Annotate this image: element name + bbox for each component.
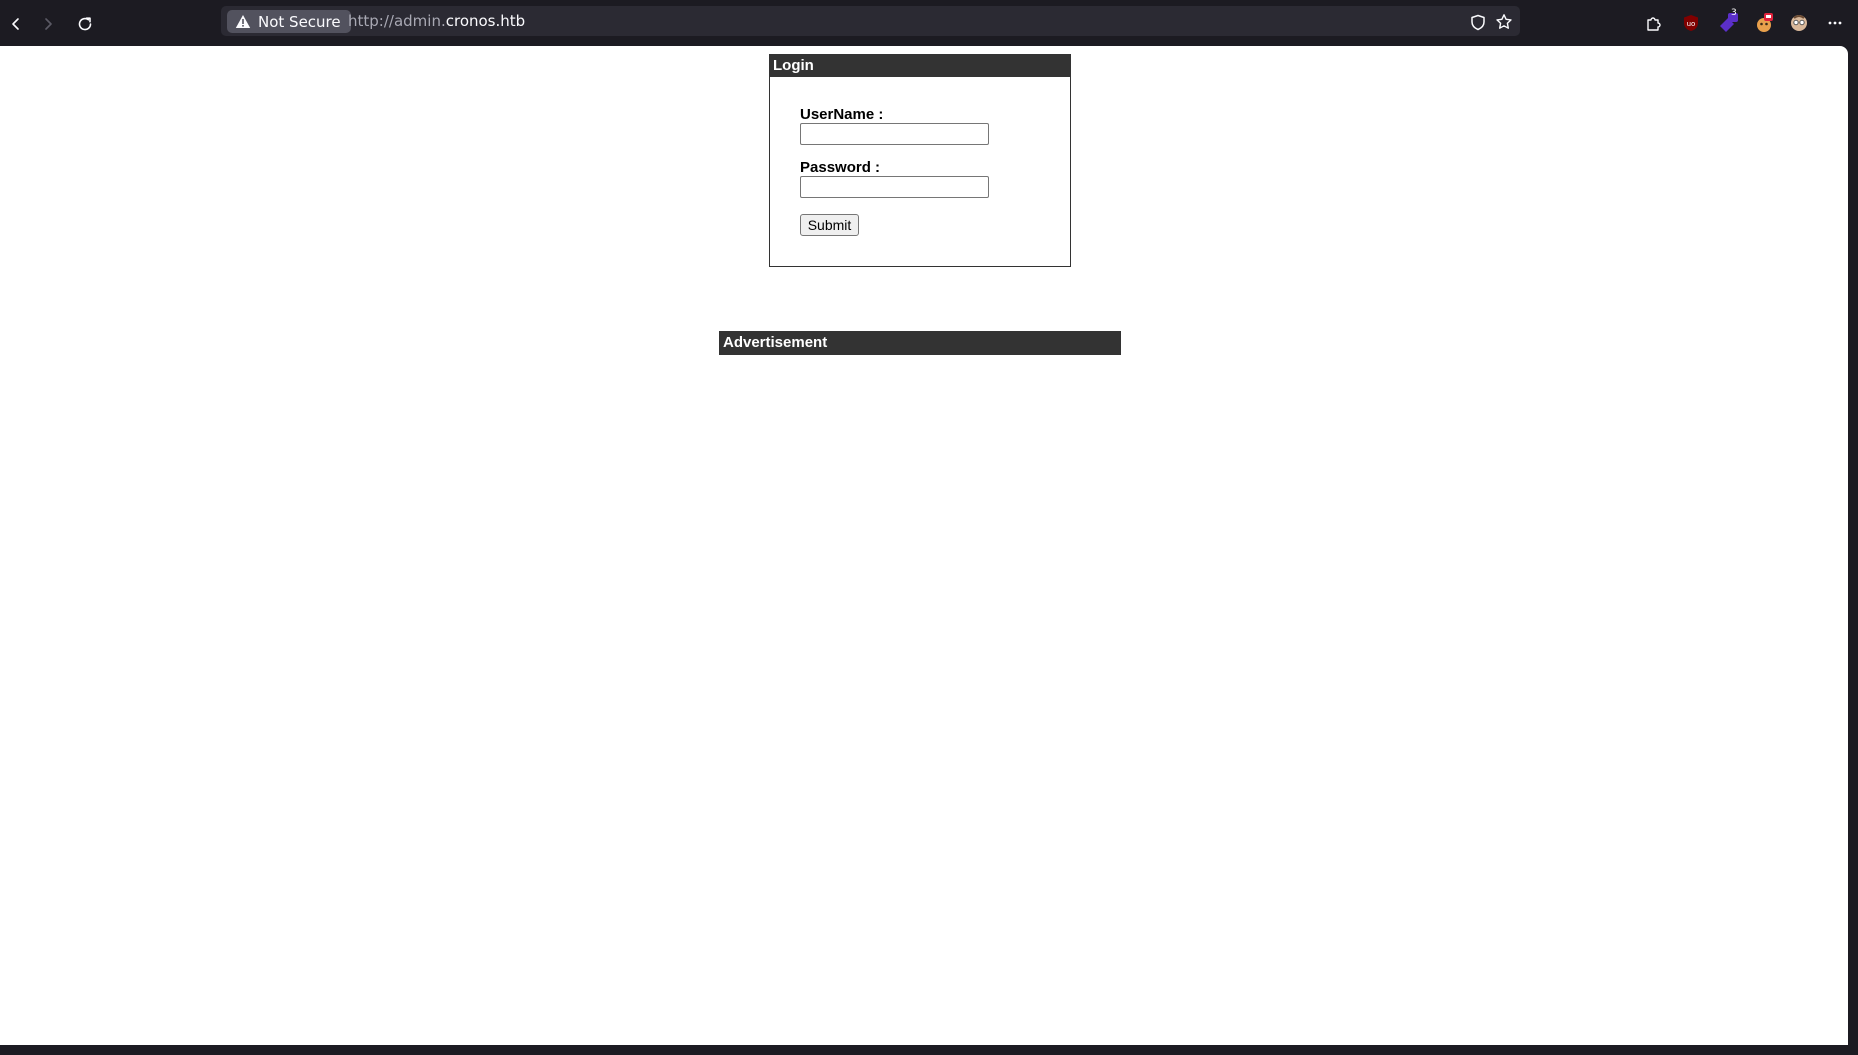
login-header: Login [770,55,1070,77]
profile-avatar-icon [1791,15,1807,31]
url-text[interactable]: http://admin.cronos.htb [348,12,525,30]
username-label: UserName : [800,106,884,123]
url-bar[interactable]: Not Secure http://admin.cronos.htb [221,6,1520,36]
browser-toolbar: Not Secure http://admin.cronos.htb uo 3 [0,0,1858,46]
reload-button[interactable] [69,8,101,40]
password-label: Password : [800,159,881,176]
security-indicator[interactable]: Not Secure [227,10,351,33]
warning-icon [235,15,251,28]
forward-button[interactable] [32,8,64,40]
tracking-protection-button[interactable] [1468,12,1488,32]
page-viewport: Login UserName : Password : Submit Adver… [0,46,1848,1045]
security-label: Not Secure [258,12,341,31]
bookmark-button[interactable] [1494,12,1514,32]
forward-arrow-icon [45,18,52,30]
purple-extension-button[interactable]: 3 [1713,8,1743,38]
hamburger-dots-icon [1828,21,1842,25]
extension-badge: 3 [1731,8,1737,18]
url-domain: cronos.htb [445,12,526,30]
ublock-icon: uo [1684,15,1698,31]
puzzle-icon [1647,17,1661,31]
reload-icon [78,17,92,31]
menu-button[interactable] [1820,8,1850,38]
ublock-extension-button[interactable]: uo [1676,8,1706,38]
login-panel: Login UserName : Password : Submit [769,54,1071,267]
profile-extension-button[interactable] [1784,8,1814,38]
mascot-extension-icon [1757,13,1773,32]
submit-button[interactable]: Submit [800,214,859,236]
advertisement-header: Advertisement [719,331,1121,355]
extensions-button[interactable] [1639,8,1669,38]
url-prefix: http://admin. [348,12,446,30]
back-button[interactable] [0,8,32,40]
back-arrow-icon [12,18,19,30]
shield-icon [1471,14,1485,30]
password-input[interactable] [800,176,989,198]
username-input[interactable] [800,123,989,145]
svg-text:uo: uo [1687,20,1696,28]
mascot-extension-button[interactable] [1749,8,1779,38]
star-icon [1496,14,1512,29]
